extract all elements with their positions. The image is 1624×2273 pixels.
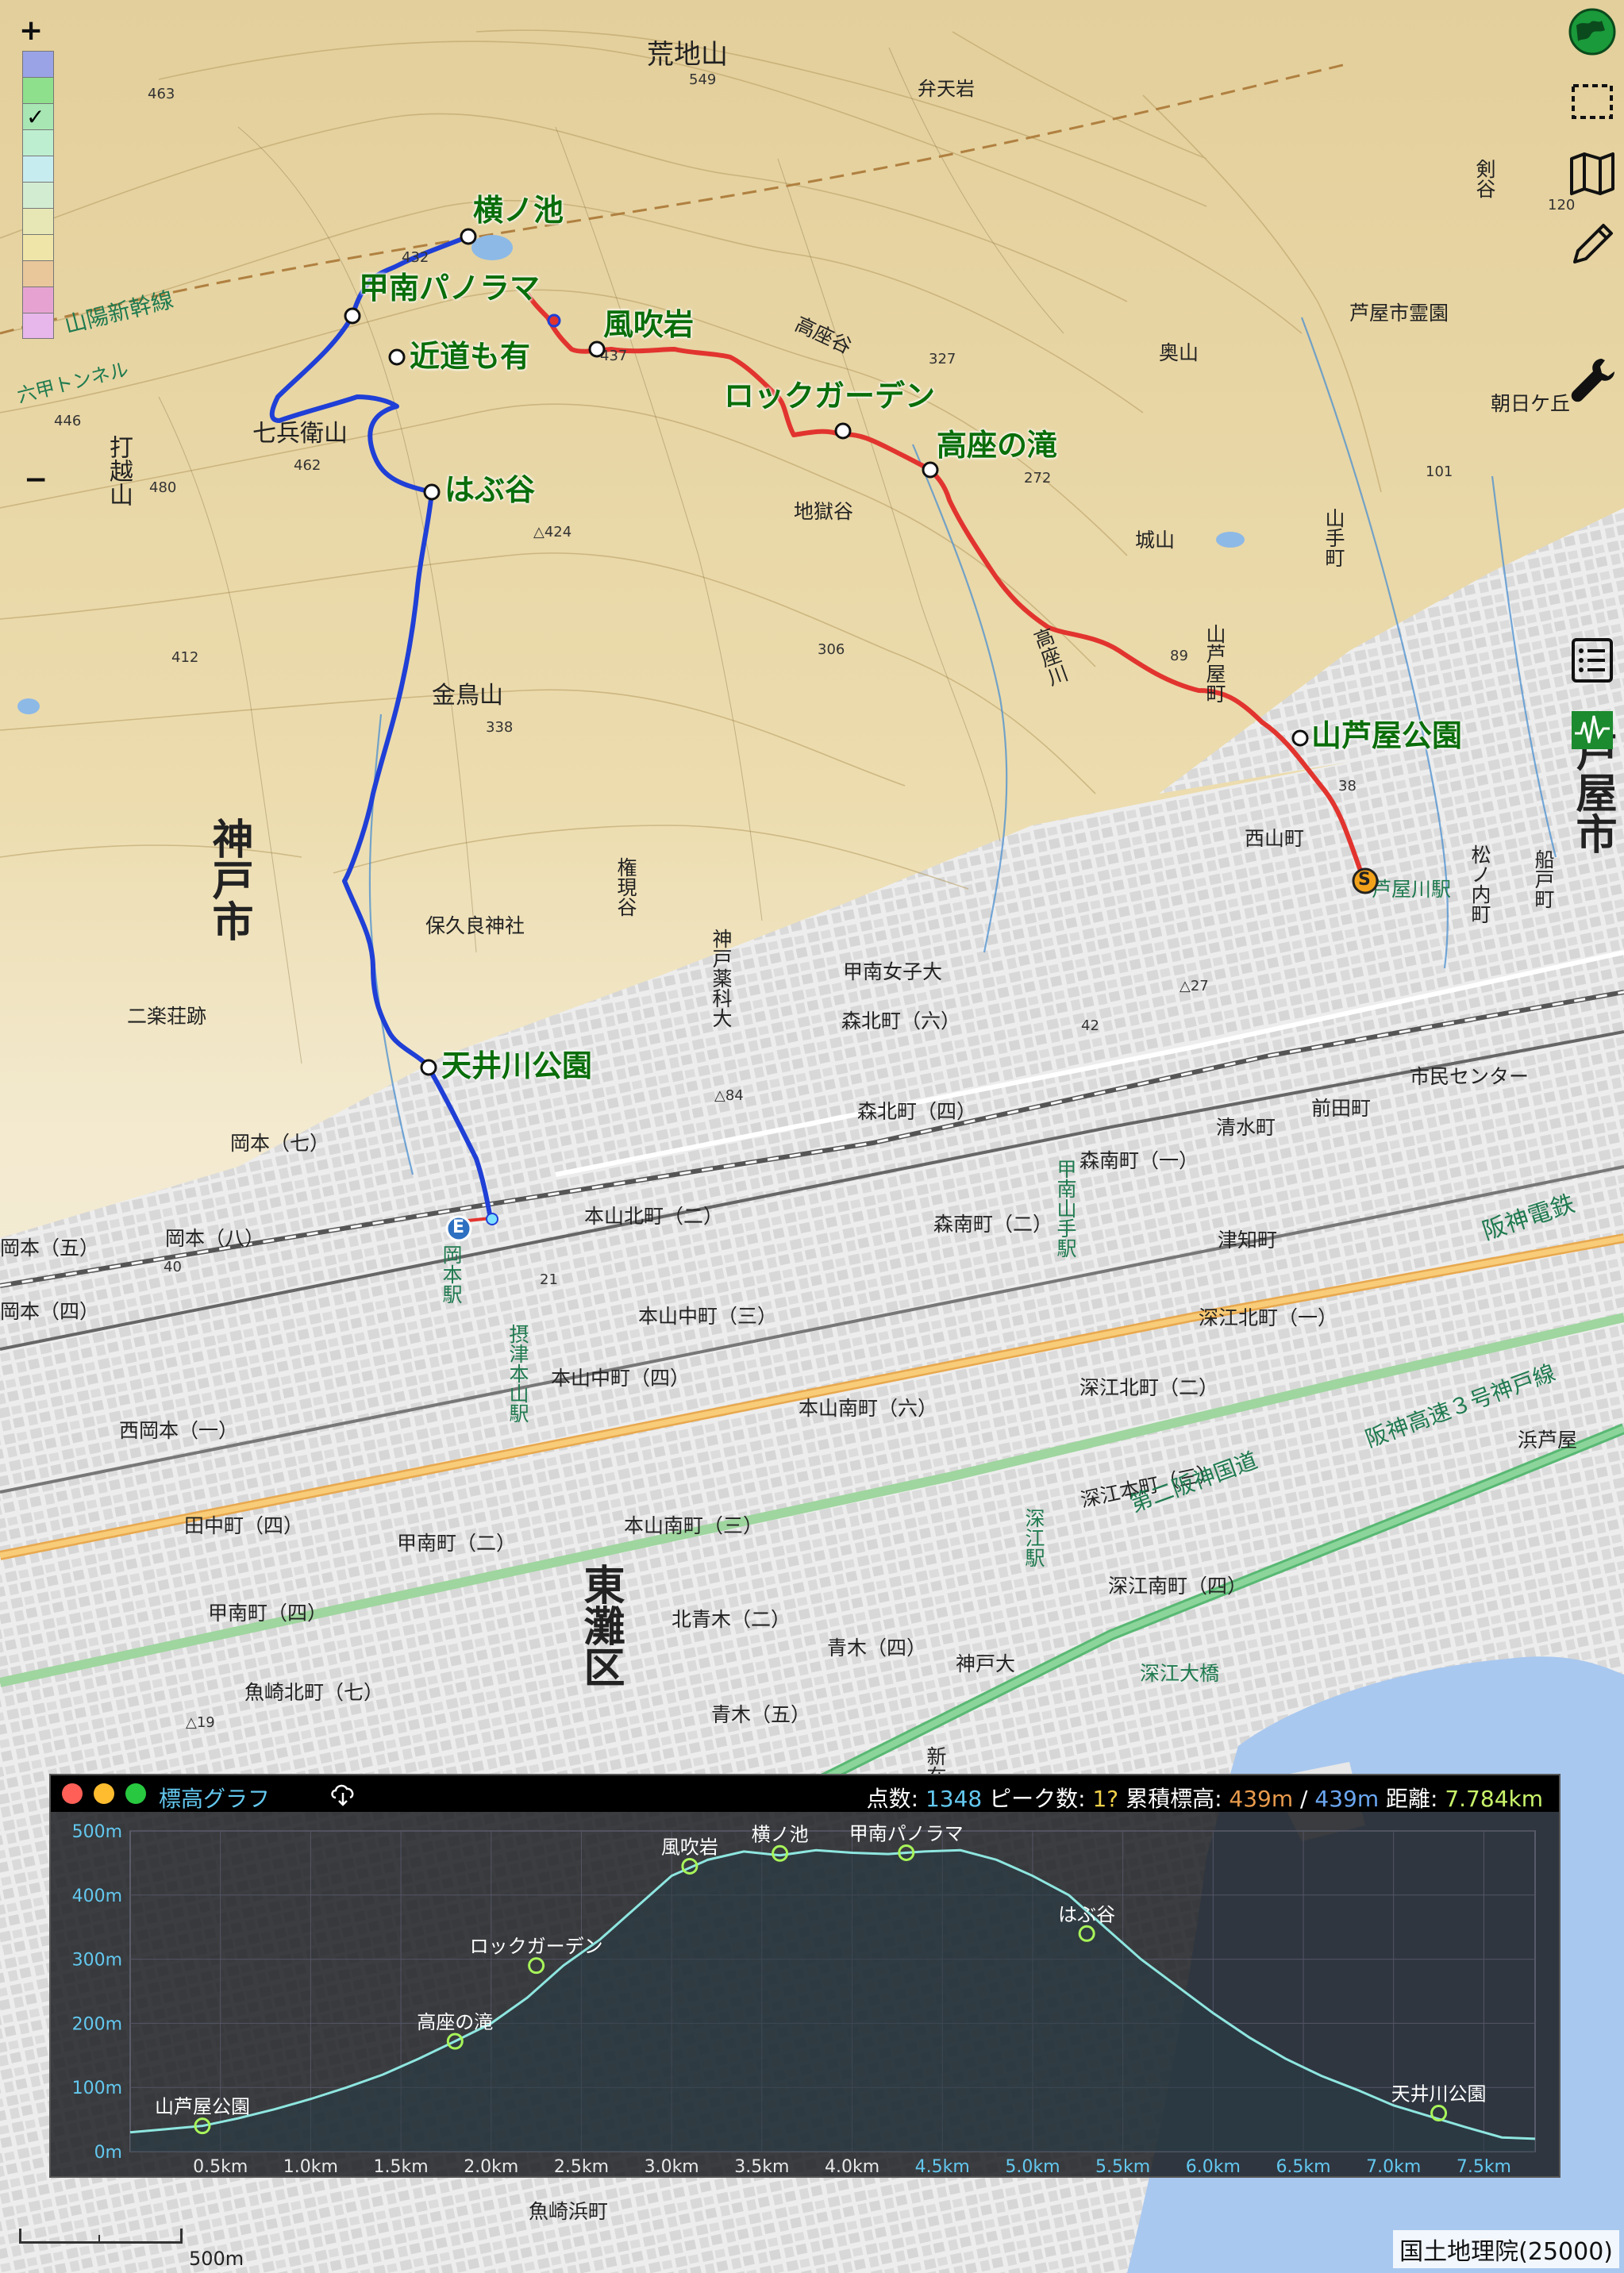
elevation-waypoint-label: 山芦屋公園: [155, 2096, 250, 2118]
legend-swatch[interactable]: [22, 129, 54, 156]
close-window-button[interactable]: [62, 1783, 83, 1804]
elevation-waypoint-label: はぶ谷: [1058, 1903, 1115, 1925]
elevation-graph-panel[interactable]: 標高グラフ 点数: 1348 ピーク数: 1? 累積標高: 439m / 439…: [49, 1774, 1561, 2178]
legend-swatch[interactable]: [22, 234, 54, 260]
elevation-waypoint-label: ロックガーデン: [470, 1936, 603, 1958]
list-icon[interactable]: [1567, 635, 1618, 686]
gain-down-value: 439m: [1314, 1786, 1380, 1812]
waypoint-label-habudani[interactable]: はぶ谷: [444, 475, 535, 505]
x-tick-label: 5.0km: [1005, 2157, 1060, 2176]
legend-swatch[interactable]: [22, 51, 54, 77]
x-tick-label: 4.5km: [915, 2157, 970, 2176]
zoom-in-button[interactable]: +: [19, 14, 43, 47]
minimize-window-button[interactable]: [94, 1783, 114, 1804]
wrench-icon[interactable]: [1567, 354, 1618, 405]
y-tick-label: 0m: [94, 2143, 122, 2163]
x-tick-label: 7.5km: [1457, 2157, 1511, 2176]
scale-bar-tick: [98, 2235, 100, 2241]
legend-swatch[interactable]: [22, 182, 54, 208]
points-value: 1348: [925, 1786, 983, 1812]
distance-label: 距離:: [1386, 1786, 1438, 1812]
x-tick-label: 6.5km: [1276, 2157, 1330, 2176]
x-tick-label: 7.0km: [1366, 2157, 1421, 2176]
cloud-download-icon[interactable]: [329, 1780, 357, 1807]
elevation-waypoint-label: 高座の滝: [417, 2011, 493, 2033]
elevation-waypoint-label: 横ノ池: [752, 1823, 809, 1845]
y-tick-label: 500m: [72, 1822, 122, 1842]
waypoint-label-konan-panorama[interactable]: 甲南パノラマ: [359, 273, 540, 303]
waypoint-label-takaza-falls[interactable]: 高座の滝: [937, 430, 1057, 460]
y-tick-label: 100m: [72, 2079, 122, 2098]
pencil-icon[interactable]: [1567, 219, 1618, 270]
gain-separator: /: [1300, 1786, 1308, 1812]
waypoint-label-kazafukiiwa[interactable]: 風吹岩: [603, 310, 694, 340]
maximize-window-button[interactable]: [125, 1783, 146, 1804]
map-attribution: 国土地理院(25000): [1393, 2230, 1619, 2268]
scale-label: 500m: [189, 2248, 244, 2270]
waypoint-label-yokonoike[interactable]: 横ノ池: [473, 195, 564, 225]
x-tick-label: 3.0km: [645, 2157, 699, 2176]
x-tick-label: 6.0km: [1186, 2157, 1241, 2176]
legend-swatch[interactable]: [22, 77, 54, 103]
legend-swatch[interactable]: [22, 260, 54, 287]
select-rect-icon[interactable]: [1567, 76, 1618, 127]
distance-value: 7.784km: [1445, 1786, 1543, 1812]
legend-swatch[interactable]: [22, 287, 54, 313]
x-tick-label: 3.5km: [734, 2157, 789, 2176]
globe-icon[interactable]: [1567, 6, 1618, 57]
x-tick-label: 1.5km: [373, 2157, 428, 2176]
x-tick-label: 1.0km: [283, 2157, 338, 2176]
points-label: 点数:: [866, 1786, 919, 1812]
gain-label: 累積標高:: [1126, 1786, 1222, 1812]
elevation-waypoint-label: 風吹岩: [661, 1836, 718, 1858]
legend-swatch[interactable]: [22, 313, 54, 339]
elevation-waypoint[interactable]: [528, 1957, 545, 1975]
waypoint-label-chikamichi[interactable]: 近道も有: [410, 341, 530, 371]
peaks-label: ピーク数:: [989, 1786, 1086, 1812]
elevation-waypoint-label: 天井川公園: [1391, 2083, 1487, 2106]
x-tick-label: 2.0km: [464, 2157, 518, 2176]
x-tick-label: 5.5km: [1095, 2157, 1150, 2176]
x-tick-label: 2.5km: [554, 2157, 609, 2176]
scale-bar: [19, 2229, 183, 2244]
y-tick-label: 300m: [72, 1951, 122, 1971]
elevation-color-legend[interactable]: ✓: [22, 51, 54, 339]
elevation-waypoint-label: 甲南パノラマ: [849, 1822, 964, 1844]
elevation-graph-icon[interactable]: [1567, 705, 1618, 756]
gain-up-value: 439m: [1229, 1786, 1294, 1812]
map-icon[interactable]: [1567, 148, 1618, 198]
y-tick-label: 400m: [72, 1886, 122, 1906]
route-stats: 点数: 1348 ピーク数: 1? 累積標高: 439m / 439m 距離: …: [867, 1782, 1543, 1813]
peaks-value: 1?: [1092, 1786, 1119, 1812]
x-tick-label: 0.5km: [193, 2157, 248, 2176]
legend-swatch[interactable]: [22, 208, 54, 234]
elevation-chart[interactable]: 0m 100m 200m 300m 400m 500m 0.5km 1.0km 1.5km 2.0…: [51, 1812, 1559, 2176]
panel-title: 標高グラフ: [159, 1786, 271, 1812]
legend-swatch[interactable]: ✓: [22, 103, 54, 130]
waypoint-label-rock-garden[interactable]: ロックガーデン: [724, 381, 935, 411]
x-tick-label: 4.0km: [825, 2157, 879, 2176]
elevation-panel-titlebar[interactable]: 標高グラフ 点数: 1348 ピーク数: 1? 累積標高: 439m / 439…: [51, 1775, 1559, 1812]
zoom-out-button[interactable]: −: [24, 463, 48, 496]
legend-swatch[interactable]: [22, 156, 54, 182]
waypoint-label-amaigawa-park[interactable]: 天井川公園: [441, 1051, 592, 1081]
waypoint-label-yamaashiya-park[interactable]: 山芦屋公園: [1311, 721, 1462, 751]
y-tick-label: 200m: [72, 2014, 122, 2034]
